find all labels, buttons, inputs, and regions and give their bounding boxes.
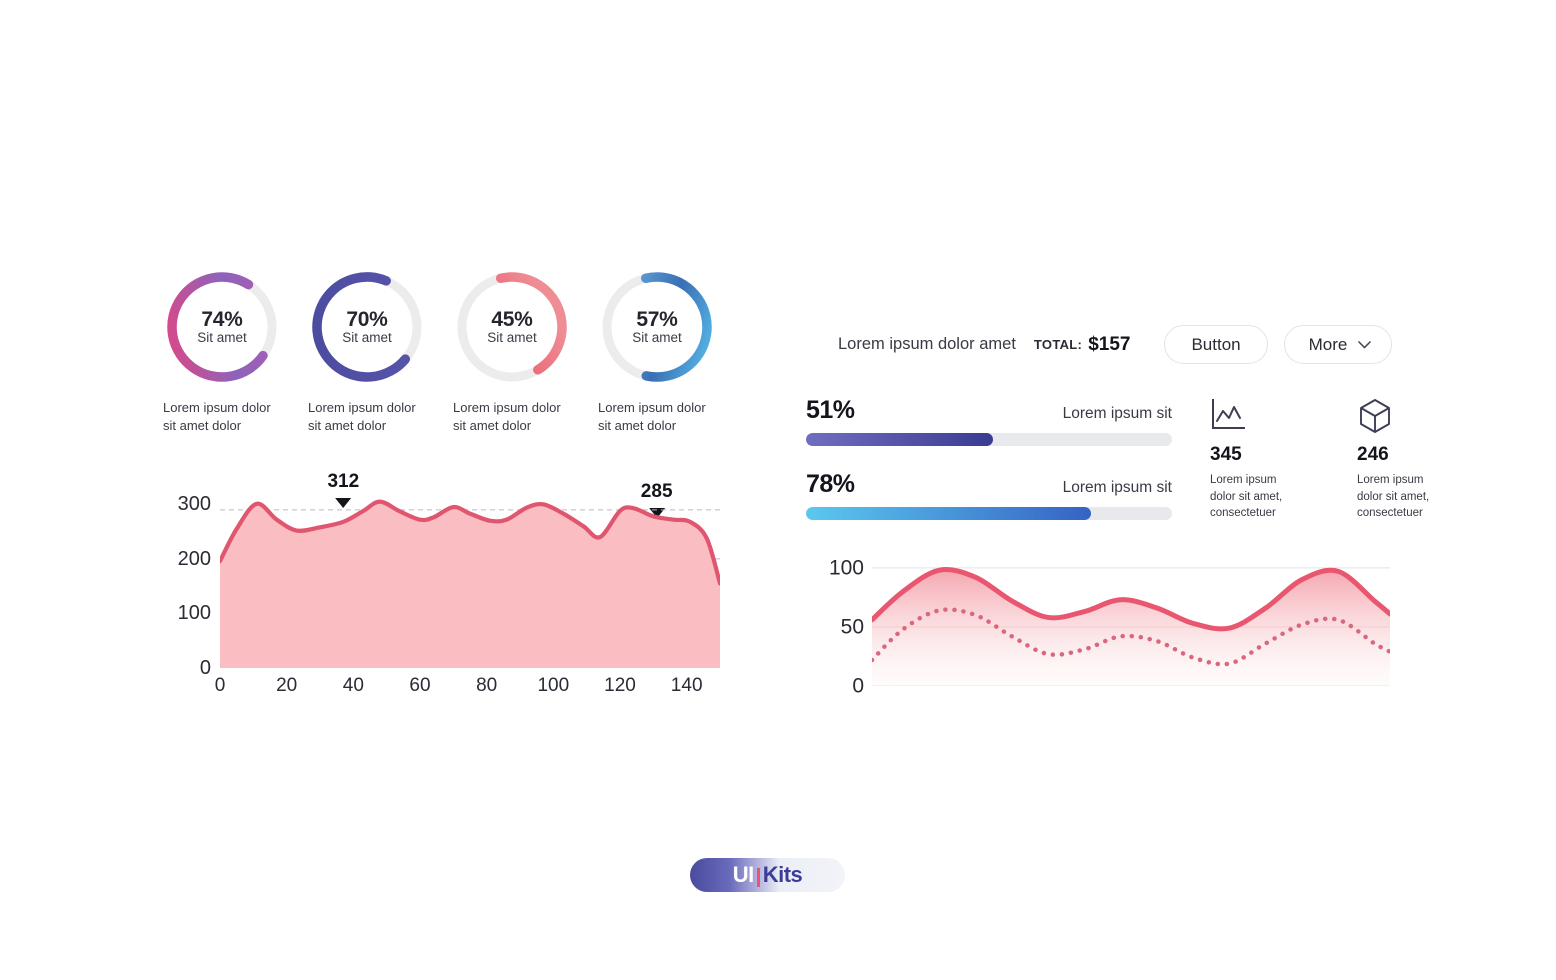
x-axis-labels: 0 20 40 60 80 100 120 140: [215, 675, 720, 702]
area-chart-plot: [220, 488, 720, 668]
header-lorem-text: Lorem ipsum dolor amet: [838, 335, 1016, 353]
donut-caption: Lorem ipsum dolor sit amet dolor: [598, 400, 706, 433]
donut-center-label: 57% Sit amet: [598, 268, 716, 386]
logo-divider: [756, 867, 760, 887]
line-chart-icon: [1210, 398, 1302, 436]
stat-description: Lorem ipsum dolor sit amet, consectetuer: [1210, 474, 1283, 520]
progress-header: 51% Lorem ipsum sit: [806, 398, 1172, 423]
donut-subtitle: Sit amet: [197, 330, 247, 346]
x-tick-label: 140: [670, 675, 703, 696]
donut-caption: Lorem ipsum dolor sit amet dolor: [308, 400, 416, 433]
mini-line-chart: 0 50 100: [806, 556, 1406, 706]
donut-percent: 70%: [346, 308, 388, 332]
chevron-down-icon: [1358, 340, 1372, 348]
mini-y-tick-label: 50: [840, 615, 864, 639]
donut-chart-74: 74% Sit amet: [163, 268, 281, 386]
stat-number: 345: [1210, 444, 1242, 465]
right-panel-header: Lorem ipsum dolor amet TOTAL: $157 Butto…: [838, 325, 1393, 364]
donut-card[interactable]: 45% Sit amet Lorem ipsum dolor sit amet …: [453, 268, 576, 434]
more-dropdown-button[interactable]: More: [1283, 325, 1393, 364]
action-button[interactable]: Button: [1164, 325, 1268, 364]
x-tick-label: 40: [342, 675, 364, 696]
logo-wordmark: UI Kits: [690, 858, 845, 892]
mini-y-axis-labels: 0 50 100: [806, 556, 864, 696]
stat-tile[interactable]: 345 Lorem ipsum dolor sit amet, consecte…: [1210, 398, 1302, 522]
progress-label: Lorem ipsum sit: [1062, 405, 1172, 422]
donut-center-label: 74% Sit amet: [163, 268, 281, 386]
cube-box-icon: [1357, 398, 1449, 436]
progress-header: 78% Lorem ipsum sit: [806, 472, 1172, 497]
y-axis-labels: 0 100 200 300: [163, 488, 211, 678]
donut-subtitle: Sit amet: [632, 330, 682, 346]
main-area-chart: 312 285 0 100 200 300 0 20 40 60 80 100 120 140: [163, 448, 733, 710]
donut-chart-57: 57% Sit amet: [598, 268, 716, 386]
x-tick-label: 100: [537, 675, 570, 696]
progress-fill: [806, 433, 993, 446]
x-tick-label: 20: [276, 675, 298, 696]
y-tick-label: 200: [177, 547, 211, 570]
progress-bars-block: 51% Lorem ipsum sit 78% Lorem ipsum sit: [806, 398, 1172, 546]
total-amount: $157: [1088, 333, 1131, 355]
mini-chart-plot: [872, 556, 1390, 686]
progress-percent: 78%: [806, 470, 855, 498]
progress-label: Lorem ipsum sit: [1062, 479, 1172, 496]
total-label: TOTAL:: [1033, 337, 1083, 352]
donut-chart-70: 70% Sit amet: [308, 268, 426, 386]
stat-description: Lorem ipsum dolor sit amet, consectetuer: [1357, 474, 1430, 520]
stat-tile[interactable]: 246 Lorem ipsum dolor sit amet, consecte…: [1357, 398, 1449, 522]
mini-y-tick-label: 0: [852, 674, 864, 698]
donut-caption: Lorem ipsum dolor sit amet dolor: [453, 400, 561, 433]
mini-y-tick-label: 100: [828, 556, 864, 580]
donut-percent: 45%: [491, 308, 533, 332]
donut-metrics-row: 74% Sit amet Lorem ipsum dolor sit amet …: [163, 268, 721, 434]
donut-subtitle: Sit amet: [487, 330, 537, 346]
logo-ui-text: UI: [732, 862, 755, 887]
logo-kits-text: Kits: [762, 862, 803, 887]
y-tick-label: 300: [177, 493, 211, 516]
y-tick-label: 0: [199, 657, 211, 679]
more-button-label: More: [1308, 334, 1348, 354]
ui-kits-logo: UI Kits: [690, 858, 845, 892]
donut-percent: 74%: [201, 308, 243, 332]
progress-fill: [806, 507, 1092, 520]
x-tick-label: 0: [214, 675, 226, 696]
donut-card[interactable]: 74% Sit amet Lorem ipsum dolor sit amet …: [163, 268, 286, 434]
stat-tiles-row: 345 Lorem ipsum dolor sit amet, consecte…: [1210, 398, 1449, 522]
progress-percent: 51%: [806, 396, 855, 424]
donut-center-label: 70% Sit amet: [308, 268, 426, 386]
stat-number: 246: [1357, 444, 1389, 465]
x-tick-label: 60: [409, 675, 431, 696]
x-tick-label: 80: [476, 675, 498, 696]
donut-card[interactable]: 70% Sit amet Lorem ipsum dolor sit amet …: [308, 268, 431, 434]
y-tick-label: 100: [177, 602, 211, 625]
donut-chart-45: 45% Sit amet: [453, 268, 571, 386]
progress-track[interactable]: [806, 507, 1172, 520]
progress-group: 51% Lorem ipsum sit: [806, 398, 1172, 446]
donut-center-label: 45% Sit amet: [453, 268, 571, 386]
progress-track[interactable]: [806, 433, 1172, 446]
donut-card[interactable]: 57% Sit amet Lorem ipsum dolor sit amet …: [598, 268, 721, 434]
x-tick-label: 120: [604, 675, 636, 696]
donut-caption: Lorem ipsum dolor sit amet dolor: [163, 400, 271, 433]
donut-subtitle: Sit amet: [342, 330, 392, 346]
progress-group: 78% Lorem ipsum sit: [806, 472, 1172, 520]
donut-percent: 57%: [636, 308, 678, 332]
